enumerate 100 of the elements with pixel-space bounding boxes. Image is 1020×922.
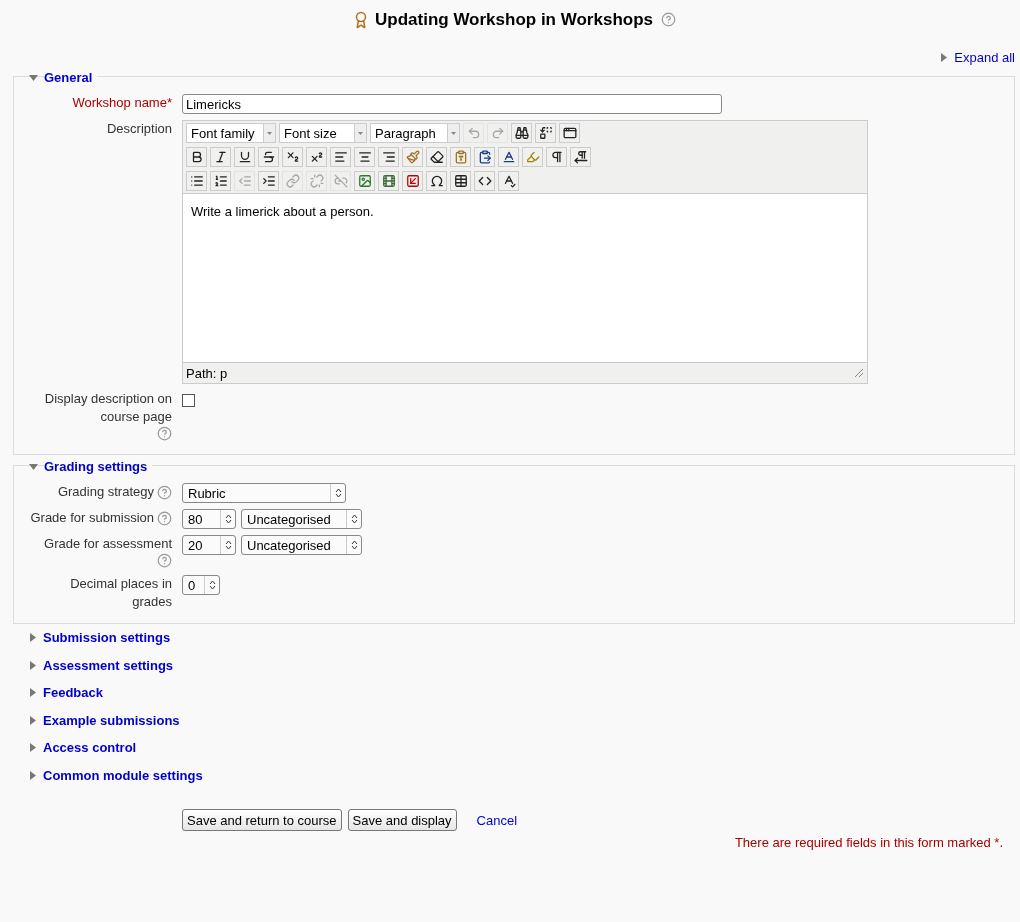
field-label: Display description on course page [43,390,172,426]
editor-content[interactable]: Write a limerick about a person. [183,193,867,363]
expand-triangle-icon[interactable] [28,633,37,643]
expand-triangle-icon[interactable] [28,660,37,670]
expand-triangle-icon[interactable] [939,52,949,62]
text-color-icon [501,150,516,164]
help-icon[interactable] [157,426,172,441]
superscript-icon [309,150,324,164]
help-icon[interactable] [157,485,172,500]
caret-icon [267,131,272,135]
updown-arrows-icon [350,540,358,550]
clipboard-paste-icon [477,150,492,164]
submit-button[interactable]: Save and display [347,809,457,831]
expand-triangle-icon[interactable] [28,715,37,725]
toolbar-button[interactable] [186,147,207,167]
toolbar-button[interactable] [535,123,556,143]
updown-arrows-icon [350,514,358,524]
toolbar-button[interactable] [426,147,447,167]
toolbar-button[interactable] [474,171,495,191]
toolbar-button[interactable] [474,147,495,167]
replace-icon [538,126,553,140]
resize-grip-icon[interactable] [854,368,864,378]
expand-triangle-icon[interactable] [28,743,37,753]
numbered-list-icon [213,174,228,188]
select-dropdown[interactable]: 80 [182,509,236,529]
checkbox[interactable] [182,394,195,407]
required-mark: * [166,94,172,112]
indent-icon [261,174,276,188]
help-icon[interactable] [661,12,676,27]
expand-triangle-icon[interactable] [28,688,37,698]
submit-button[interactable]: Save and return to course [182,809,342,831]
unlink-icon [309,174,324,188]
expand-all-link[interactable]: Expand all [954,49,1015,65]
toolbar-button[interactable] [354,147,375,167]
pilcrow-left-icon [573,150,588,164]
toolbar-button[interactable] [210,147,231,167]
editor-path: Path: p [186,365,228,381]
field-label: Grading strategy [57,483,154,501]
expand-triangle-icon[interactable] [28,770,37,780]
undo-icon [466,126,481,140]
help-icon[interactable] [157,553,172,568]
toolbar-dropdown[interactable]: Paragraph [370,123,460,143]
updown-arrows-icon [224,514,232,524]
field-label: Decimal places in grades [69,575,172,611]
toolbar-dropdown[interactable]: Font size [279,123,367,143]
toolbar-button[interactable] [546,147,567,167]
toolbar-dropdown[interactable]: Font family [186,123,276,143]
omega-icon [429,174,444,188]
toolbar-button[interactable] [378,147,399,167]
align-right-icon [381,150,396,164]
updown-arrows-icon [208,580,216,590]
help-icon[interactable] [157,511,172,526]
select-dropdown[interactable]: Uncategorised [241,535,362,555]
toolbar-button[interactable] [330,147,351,167]
text-field[interactable]: Limericks [182,94,722,114]
select-dropdown[interactable]: 0 [182,575,220,595]
toolbar-button[interactable] [498,147,519,167]
toolbar-button[interactable] [306,147,327,167]
toolbar-button[interactable] [282,147,303,167]
arrow-box-icon [405,174,420,188]
toolbar-button[interactable] [511,123,532,143]
description-text: Write a limerick about a person. [191,204,374,219]
outdent-icon [237,174,252,188]
cancel-link[interactable]: Cancel [476,812,518,828]
italic-icon [213,150,228,164]
toolbar-button[interactable] [258,171,279,191]
toolbar-button[interactable] [570,147,591,167]
window-icon [562,126,577,140]
highlighter-icon [525,150,540,164]
paintbrush-icon [405,150,420,164]
rich-text-editor[interactable]: Font family Font size Paragraph Write a limerick about a person. Path: p [182,120,868,384]
select-dropdown[interactable]: Uncategorised [241,509,362,529]
page-title: Updating Workshop in Workshops [375,10,653,30]
strikethrough-icon [261,150,276,164]
toolbar-button[interactable] [186,171,207,191]
table-icon [453,174,468,188]
bullet-list-icon [189,174,204,188]
field-label: Grade for submission [30,509,154,527]
code-icon [477,174,492,188]
subscript-icon [285,150,300,164]
toolbar-button[interactable] [426,171,447,191]
toolbar-button[interactable] [450,171,471,191]
clipboard-text-icon [453,150,468,164]
broken-link-icon [333,174,348,188]
collapse-triangle-icon[interactable] [29,72,38,82]
toolbar-button[interactable] [498,171,519,191]
toolbar-button[interactable] [258,147,279,167]
select-dropdown[interactable]: Rubric [182,483,346,503]
toolbar-button[interactable] [234,147,255,167]
toolbar-button[interactable] [210,171,231,191]
updown-arrows-icon [334,488,342,498]
required-fields-note: There are required fields in this form marked *. [734,835,1003,850]
toolbar-button[interactable] [559,123,580,143]
film-icon [381,174,396,188]
field-label: Description [106,120,172,138]
select-dropdown[interactable]: 20 [182,535,236,555]
updown-arrows-icon [224,540,232,550]
align-center-icon [357,150,372,164]
collapse-triangle-icon[interactable] [29,461,38,471]
field-label: Workshop name [72,94,167,112]
